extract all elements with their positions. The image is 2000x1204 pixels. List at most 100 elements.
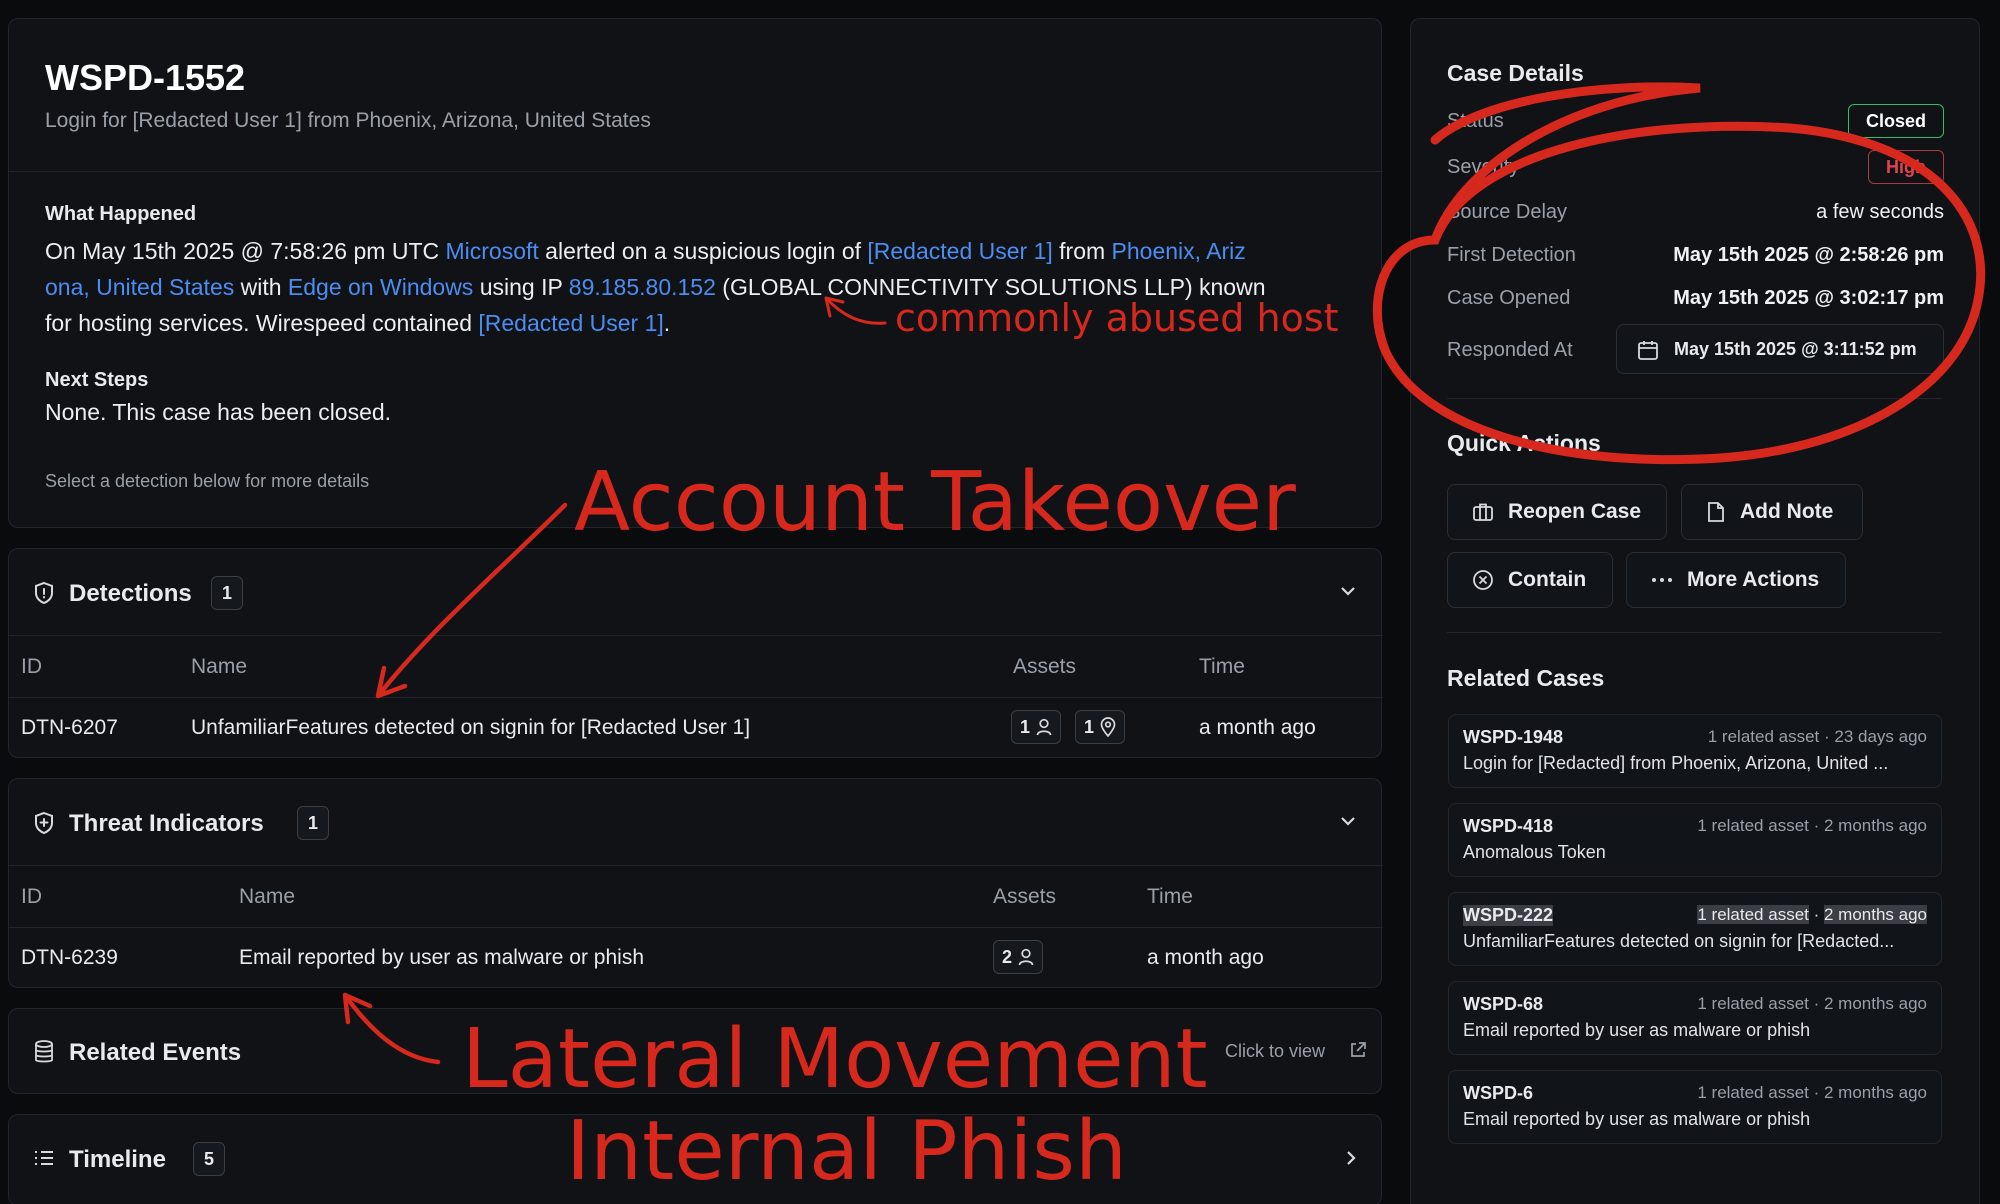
user-link[interactable]: [Redacted User 1] [867,238,1052,264]
source-delay-label: Source Delay [1447,201,1568,223]
detection-id: DTN-6207 [21,716,118,739]
case-summary-card: WSPD-1552 Login for [Redacted User 1] fr… [8,18,1383,528]
related-case-card[interactable]: WSPD-222 1 related asset · 2 months ago … [1448,892,1942,966]
responded-at-label: Responded At [1447,339,1573,361]
list-icon [35,1151,53,1165]
col-header-id: ID [21,655,42,678]
contain-button[interactable]: Contain [1447,552,1613,608]
case-subtitle: Login for [Redacted User 1] from Phoenix… [45,109,651,132]
first-detection-value: May 15th 2025 @ 2:58:26 pm [1673,244,1944,266]
threat-id: DTN-6239 [21,946,118,969]
user-link-2[interactable]: [Redacted User 1] [478,310,663,336]
related-case-meta: 1 related asset · 2 months ago [1697,994,1927,1013]
location-link[interactable]: Phoenix, Ariz [1112,238,1246,264]
related-case-id: WSPD-1948 [1463,727,1564,747]
col-header-time: Time [1147,885,1193,908]
col-header-assets: Assets [993,885,1057,908]
vendor-link[interactable]: Microsoft [446,238,539,264]
case-opened-label: Case Opened [1447,287,1571,309]
col-header-assets: Assets [1013,655,1077,678]
user-icon [1036,718,1052,736]
external-link-icon[interactable] [1349,1041,1367,1059]
related-case-meta: 1 related asset · 23 days ago [1707,727,1927,746]
related-case-desc: UnfamiliarFeatures detected on signin fo… [1463,931,1895,951]
responded-at-field[interactable]: May 15th 2025 @ 3:11:52 pm [1616,324,1944,374]
related-case-card[interactable]: WSPD-68 1 related asset · 2 months ago E… [1448,981,1942,1055]
related-case-desc: Login for [Redacted] from Phoenix, Arizo… [1463,753,1889,773]
threat-name: Email reported by user as malware or phi… [239,946,645,969]
related-case-id: WSPD-222 [1463,905,1554,926]
divider [9,171,1383,172]
page-title: WSPD-1552 [45,57,246,98]
threat-count-badge: 1 [297,806,329,840]
table-row[interactable]: DTN-6207 UnfamiliarFeatures detected on … [9,698,1383,758]
timeline-title: Timeline [69,1146,166,1173]
divider [1447,398,1942,399]
user-icon [1018,948,1034,966]
related-case-card[interactable]: WSPD-1948 1 related asset · 23 days ago … [1448,714,1942,788]
related-case-meta: 1 related asset · 2 months ago [1697,1083,1927,1102]
first-detection-label: First Detection [1447,244,1576,266]
severity-label: Severity [1447,156,1520,178]
database-icon [35,1040,53,1063]
case-details-heading: Case Details [1447,60,1584,86]
chevron-right-icon[interactable] [1345,1149,1357,1167]
threat-indicators-card: Threat Indicators 1 ID Name Assets Time … [8,778,1383,988]
divider [9,865,1383,866]
quick-actions-heading: Quick Actions [1447,430,1601,456]
user-asset-badge[interactable]: 1 [1011,710,1062,744]
chevron-down-icon[interactable] [1339,815,1357,827]
related-case-meta: 1 related asset · 2 months ago [1697,816,1927,835]
next-steps-text: None. This case has been closed. [45,399,392,425]
map-pin-icon [1100,717,1116,737]
chevron-down-icon[interactable] [1339,585,1357,597]
divider [9,635,1383,636]
user-asset-badge[interactable]: 2 [993,940,1044,974]
briefcase-icon [1473,503,1493,521]
browser-link[interactable]: Edge on Windows [288,274,473,300]
source-delay-value: a few seconds [1816,201,1944,223]
detection-hint: Select a detection below for more detail… [45,471,370,491]
related-cases-heading: Related Cases [1447,665,1605,691]
severity-badge: High [1868,150,1944,184]
detections-count-badge: 1 [211,576,243,610]
divider [1447,632,1942,633]
location-link-cont[interactable]: ona, United States [45,274,234,300]
annotation-internal-phish: Internal Phish [566,1104,1127,1199]
shield-icon [35,581,53,605]
add-note-button[interactable]: Add Note [1681,484,1863,540]
table-row[interactable]: DTN-6239 Email reported by user as malwa… [9,928,1383,988]
col-header-time: Time [1199,655,1245,678]
related-case-card[interactable]: WSPD-418 1 related asset · 2 months ago … [1448,803,1942,877]
click-to-view-link[interactable]: Click to view [1225,1041,1325,1062]
detection-name: UnfamiliarFeatures detected on signin fo… [191,716,751,739]
note-icon [1708,502,1724,522]
related-case-id: WSPD-68 [1463,994,1544,1014]
related-case-card[interactable]: WSPD-6 1 related asset · 2 months ago Em… [1448,1070,1942,1144]
next-steps-heading: Next Steps [45,369,149,391]
threat-time: a month ago [1147,946,1264,969]
detections-title: Detections [69,580,192,607]
what-happened-heading: What Happened [45,203,197,225]
related-case-desc: Email reported by user as malware or phi… [1463,1109,1811,1129]
detections-card: Detections 1 ID Name Assets Time DTN-620… [8,548,1383,758]
col-header-id: ID [21,885,42,908]
related-case-meta: 1 related asset · 2 months ago [1697,905,1927,924]
col-header-name: Name [239,885,296,908]
annotation-lateral-movement: Lateral Movement [462,1012,1208,1107]
timeline-count-badge: 5 [193,1142,225,1176]
related-case-id: WSPD-418 [1463,816,1554,836]
detections-header[interactable]: Detections 1 [9,549,1383,635]
threat-indicators-header[interactable]: Threat Indicators 1 [9,779,1383,865]
annotation-host: commonly abused host [895,296,1339,340]
responded-at-value: May 15th 2025 @ 3:11:52 pm [1674,339,1917,359]
reopen-case-button[interactable]: Reopen Case [1447,484,1667,540]
related-events-title: Related Events [69,1039,242,1066]
related-case-desc: Email reported by user as malware or phi… [1463,1020,1811,1040]
location-asset-badge[interactable]: 1 [1075,710,1126,744]
threat-indicators-title: Threat Indicators [69,810,264,837]
ip-link[interactable]: 89.185.80.152 [569,274,716,300]
annotation-account-takeover: Account Takeover [574,455,1296,550]
more-actions-button[interactable]: More Actions [1626,552,1846,608]
status-label: Status [1447,110,1504,132]
